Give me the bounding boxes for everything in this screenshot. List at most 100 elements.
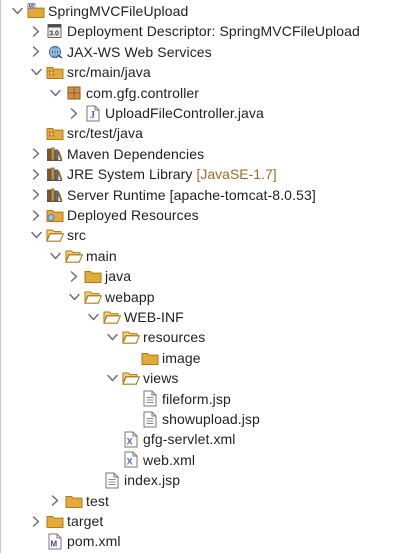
chevron-down-icon[interactable] [29,62,43,82]
tree-item-label: src/test/java [67,125,143,142]
chevron-right-icon[interactable] [29,205,43,225]
tree-item-com-gfg-controller[interactable]: com.gfg.controller [48,83,199,103]
chevron-right-icon[interactable] [29,21,43,41]
tree-item-index-jsp[interactable]: index.jsp [86,470,180,490]
chevron-right-icon[interactable] [29,42,43,62]
file-icon [141,410,159,428]
file-icon [141,390,159,408]
tree-item-fileform-jsp[interactable]: fileform.jsp [124,389,231,409]
chevron-down-icon[interactable] [48,246,62,266]
tree-item-resources[interactable]: resources [105,327,205,347]
tree-item-label: image [162,349,201,366]
tree-item-label: Deployed Resources [67,207,199,223]
deployed-resources-icon [46,206,64,224]
folder-open-icon [65,247,83,265]
svg-text:X: X [127,436,133,446]
svg-text:J: J [90,110,95,121]
tree-item-target[interactable]: target [29,511,103,531]
tree-item-src[interactable]: src [29,225,86,245]
tree-item-jax-ws-web-services[interactable]: JAX-WS Web Services [29,42,212,62]
tree-item-label: Maven Dependencies [67,145,205,162]
library-icon [46,145,64,163]
tree-item-java[interactable]: java [67,266,131,286]
tree-item-deployment-descriptor[interactable]: 3.0 Deployment Descriptor: SpringMVCFileU… [29,21,360,41]
tree-item-label: java [105,268,132,285]
library-icon [46,165,64,183]
chevron-down-icon[interactable] [29,225,43,245]
svg-text:X: X [127,457,133,467]
chevron-down-icon[interactable] [67,287,81,307]
chevron-down-icon[interactable] [105,327,119,347]
library-icon [46,186,64,204]
tree-item-label: showupload.jsp [162,411,260,427]
chevron-down-icon[interactable] [105,368,119,388]
web-services-icon [46,43,64,61]
chevron-right-icon[interactable] [67,103,81,123]
tree-item-label: JRE System Library [67,166,193,183]
tree-item-label: pom.xml [67,533,121,550]
chevron-right-icon[interactable] [48,491,62,511]
tree-item-views[interactable]: views [105,368,179,388]
tree-item-jre-system-library[interactable]: JRE System Library [JavaSE-1.7] [29,164,277,184]
tree-item-test[interactable]: test [48,491,109,511]
svg-text:J: J [32,4,35,10]
folder-open-icon [122,328,140,346]
tree-item-maven-dependencies[interactable]: Maven Dependencies [29,144,204,164]
chevron-right-icon[interactable] [29,511,43,531]
tree-item-image[interactable]: image [124,348,201,368]
tree-item-label: JAX-WS Web Services [67,43,212,60]
tree-item-label: fileform.jsp [162,390,231,407]
tree-item-gfg-servlet-xml[interactable]: Xgfg-servlet.xml [105,429,236,449]
tree-item-web-xml[interactable]: Xweb.xml [105,450,195,470]
tree-item-uploadfilecontroller-java[interactable]: J UploadFileController.java [67,103,264,123]
folder-icon [84,267,102,285]
tree-item-pom-xml[interactable]: Mpom.xml [29,531,121,551]
tree-item-main[interactable]: main [48,246,117,266]
tree-item-label: main [86,247,117,264]
tree-item-label: web.xml [143,451,196,468]
tree-item-src-main-java[interactable]: src/main/java [29,62,151,82]
tree-item-label: src [67,227,86,244]
tree-item-label: SpringMVCFileUpload [48,3,189,19]
tree-item-server-runtime[interactable]: Server Runtime [apache-tomcat-8.0.53] [29,185,316,205]
tree-item-project-springmvcfileupload[interactable]: M J SpringMVCFileUpload [10,1,188,21]
tree-item-label: index.jsp [124,472,181,489]
chevron-right-icon[interactable] [29,185,43,205]
folder-icon [65,492,83,510]
tree-item-label: src/main/java [67,64,151,81]
tree-item-src-test-java[interactable]: src/test/java [29,123,143,143]
maven-pom-icon: M [46,532,64,550]
deployment-descriptor-icon: 3.0 [46,22,64,40]
tree-item-label: test [86,492,109,509]
folder-open-icon [103,308,121,326]
source-folder-icon [46,124,64,142]
chevron-down-icon[interactable] [10,1,24,21]
chevron-down-icon[interactable] [86,307,100,327]
chevron-right-icon[interactable] [67,266,81,286]
java-file-icon: J [84,104,102,122]
chevron-down-icon[interactable] [48,83,62,103]
tree-item-deployed-resources[interactable]: Deployed Resources [29,205,199,225]
chevron-right-icon[interactable] [29,144,43,164]
folder-open-icon [122,369,140,387]
tree-item-web-inf[interactable]: WEB-INF [86,307,184,327]
svg-text:M: M [51,539,58,548]
xml-file-icon: X [122,430,140,448]
tree-item-showupload-jsp[interactable]: showupload.jsp [124,409,260,429]
package-icon [65,84,83,102]
tree-item-label: com.gfg.controller [86,84,200,101]
panel-border [0,0,1,553]
folder-open-icon [46,226,64,244]
tree-item-label: resources [143,329,206,346]
file-icon [103,471,121,489]
chevron-right-icon[interactable] [29,164,43,184]
tree-item-webapp[interactable]: webapp [67,287,155,307]
